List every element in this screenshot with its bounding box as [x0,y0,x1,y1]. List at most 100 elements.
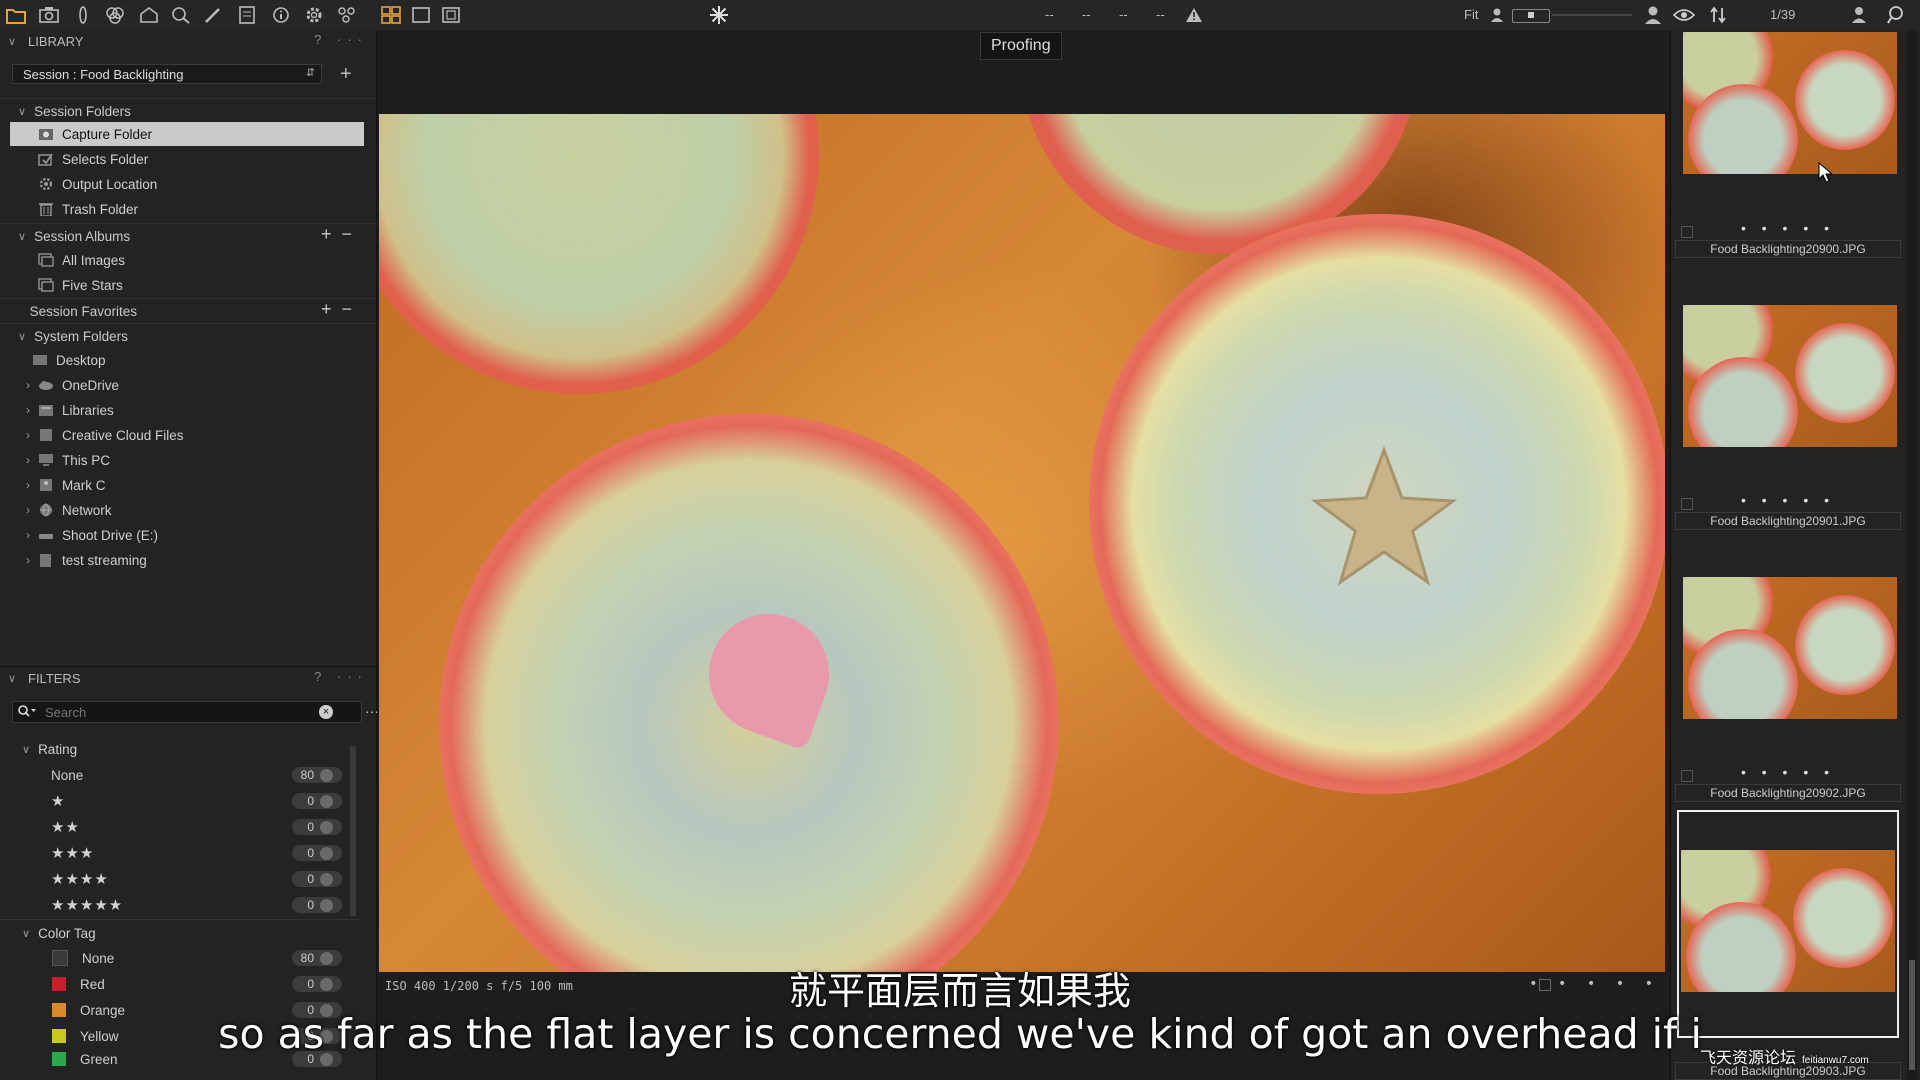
chevron-down-icon[interactable]: ∨ [22,743,30,756]
remove-icon[interactable]: − [341,299,362,319]
thumb-rating-dots[interactable]: • • • • • [1675,220,1901,236]
thumb-rating-dots[interactable]: • • • • • [1675,492,1901,508]
count-toggle[interactable]: 0 [292,897,342,913]
tree-item-onedrive[interactable]: › OneDrive [0,373,376,397]
filter-search-box[interactable]: × ··· [12,701,379,723]
system-folders-group[interactable]: ∨ System Folders [0,323,376,348]
filters-header-tools[interactable]: ? ··· [314,669,368,684]
chevron-right-icon[interactable]: › [0,453,38,467]
toggle-knob[interactable] [320,872,333,886]
tree-item-selects-folder[interactable]: Selects Folder [0,147,376,171]
main-photo[interactable] [379,114,1665,972]
chevron-right-icon[interactable]: › [0,378,38,392]
user-icon[interactable] [1848,4,1870,26]
tree-item-capture-folder[interactable]: Capture Folder [10,122,364,146]
filmstrip-scrollbar[interactable] [1907,30,1917,1080]
chevron-down-icon[interactable]: ∨ [8,35,20,48]
tree-item-this-pc[interactable]: › This PC [0,448,376,472]
lens-tab-icon[interactable] [72,4,94,26]
chevron-right-icon[interactable]: › [0,528,38,542]
rating-row-1[interactable]: ★ 0 [0,788,360,814]
thumbnail-image[interactable] [1683,577,1897,719]
toggle-knob[interactable] [320,820,333,834]
count-toggle[interactable]: 0 [292,845,342,861]
zoom-slider[interactable] [1512,9,1550,23]
batch-tab-icon[interactable] [336,4,358,26]
zoom-in-person-icon[interactable] [1642,4,1664,26]
settings-gear-icon[interactable] [303,4,325,26]
session-folders-group[interactable]: ∨ Session Folders [0,98,376,123]
tree-item-creative-cloud[interactable]: › Creative Cloud Files [0,423,376,447]
search-icon[interactable] [1886,4,1908,26]
tree-item-network[interactable]: › Network [0,498,376,522]
count-toggle[interactable]: 80 [292,767,342,783]
tree-item-test-streaming[interactable]: › test streaming [0,548,376,572]
tree-item-shoot-drive[interactable]: › Shoot Drive (E:) [0,523,376,547]
chevron-down-icon[interactable]: ∨ [18,330,26,343]
filters-scrollbar[interactable] [350,746,356,916]
more-icon[interactable]: ··· [337,32,368,47]
count-toggle[interactable]: 0 [292,819,342,835]
count-toggle[interactable]: 0 [292,871,342,887]
details-tab-icon[interactable] [170,4,192,26]
chevron-down-icon[interactable]: ∨ [18,105,26,118]
search-input[interactable] [43,703,307,721]
thumbnail-item[interactable]: • • • • • Food Backlighting20901.JPG [1675,302,1901,574]
chevron-down-icon[interactable]: ∨ [18,230,26,243]
chevron-right-icon[interactable]: › [0,428,38,442]
fit-label[interactable]: Fit [1464,7,1478,22]
color-tab-icon[interactable] [104,4,126,26]
camera-tab-icon[interactable] [38,4,60,26]
session-select[interactable]: Session : Food Backlighting ⇵ [12,64,322,84]
tree-item-all-images[interactable]: All Images [0,248,376,272]
remove-icon[interactable]: − [341,224,362,244]
toggle-knob[interactable] [320,794,333,808]
tree-item-output-location[interactable]: Output Location [0,172,376,196]
sort-arrows-icon[interactable] [1707,4,1729,26]
chevron-right-icon[interactable]: › [0,553,38,567]
chevron-right-icon[interactable]: › [0,478,38,492]
chevron-down-icon[interactable]: ∨ [8,672,20,685]
rating-row-2[interactable]: ★★ 0 [0,814,360,840]
brush-tab-icon[interactable] [202,4,224,26]
warning-icon[interactable] [1183,4,1205,26]
tree-item-mark-c[interactable]: › Mark C [0,473,376,497]
rating-group[interactable]: ∨ Rating [0,736,360,762]
info-tab-icon[interactable] [270,4,292,26]
rating-row-3[interactable]: ★★★ 0 [0,840,360,866]
chevron-down-icon[interactable]: ∨ [22,927,30,940]
chevron-right-icon[interactable]: › [0,403,38,417]
zoom-track[interactable] [1552,14,1632,16]
library-tab-icon[interactable] [5,4,27,26]
zoom-out-person-icon[interactable] [1486,4,1508,26]
asterisk-icon[interactable] [708,4,730,26]
grid-view-icon[interactable] [380,4,402,26]
tree-item-five-stars[interactable]: Five Stars [0,273,376,297]
add-session-icon[interactable]: + [340,64,352,84]
toggle-knob[interactable] [320,768,333,782]
add-icon[interactable]: + [321,224,342,244]
single-view-icon[interactable] [410,4,432,26]
chevron-right-icon[interactable]: › [0,503,38,517]
album-add-remove[interactable]: +− [321,224,362,245]
rating-row-none[interactable]: None 80 [0,762,360,788]
library-header[interactable]: ∨ LIBRARY ? ··· [0,30,376,52]
rating-row-5[interactable]: ★★★★★ 0 [0,892,360,918]
session-albums-group[interactable]: ∨ Session Albums +− [0,223,376,248]
toggle-knob[interactable] [320,846,333,860]
filters-header[interactable]: ∨ FILTERS ? ··· [0,666,376,689]
tree-item-trash-folder[interactable]: Trash Folder [0,197,376,221]
exposure-tab-icon[interactable] [138,4,160,26]
metadata-tab-icon[interactable] [236,4,258,26]
color-tag-group[interactable]: ∨ Color Tag [0,919,360,946]
favorites-add-remove[interactable]: +− [321,299,362,320]
rating-row-4[interactable]: ★★★★ 0 [0,866,360,892]
compare-view-icon[interactable] [440,4,462,26]
search-icon[interactable] [17,704,37,721]
thumbnail-item[interactable]: • • • • • Food Backlighting20902.JPG [1675,574,1901,846]
thumbnail-image[interactable] [1683,32,1897,174]
count-toggle[interactable]: 0 [292,793,342,809]
add-icon[interactable]: + [321,299,342,319]
help-icon[interactable]: ? [314,32,327,47]
toggle-knob[interactable] [320,898,333,912]
